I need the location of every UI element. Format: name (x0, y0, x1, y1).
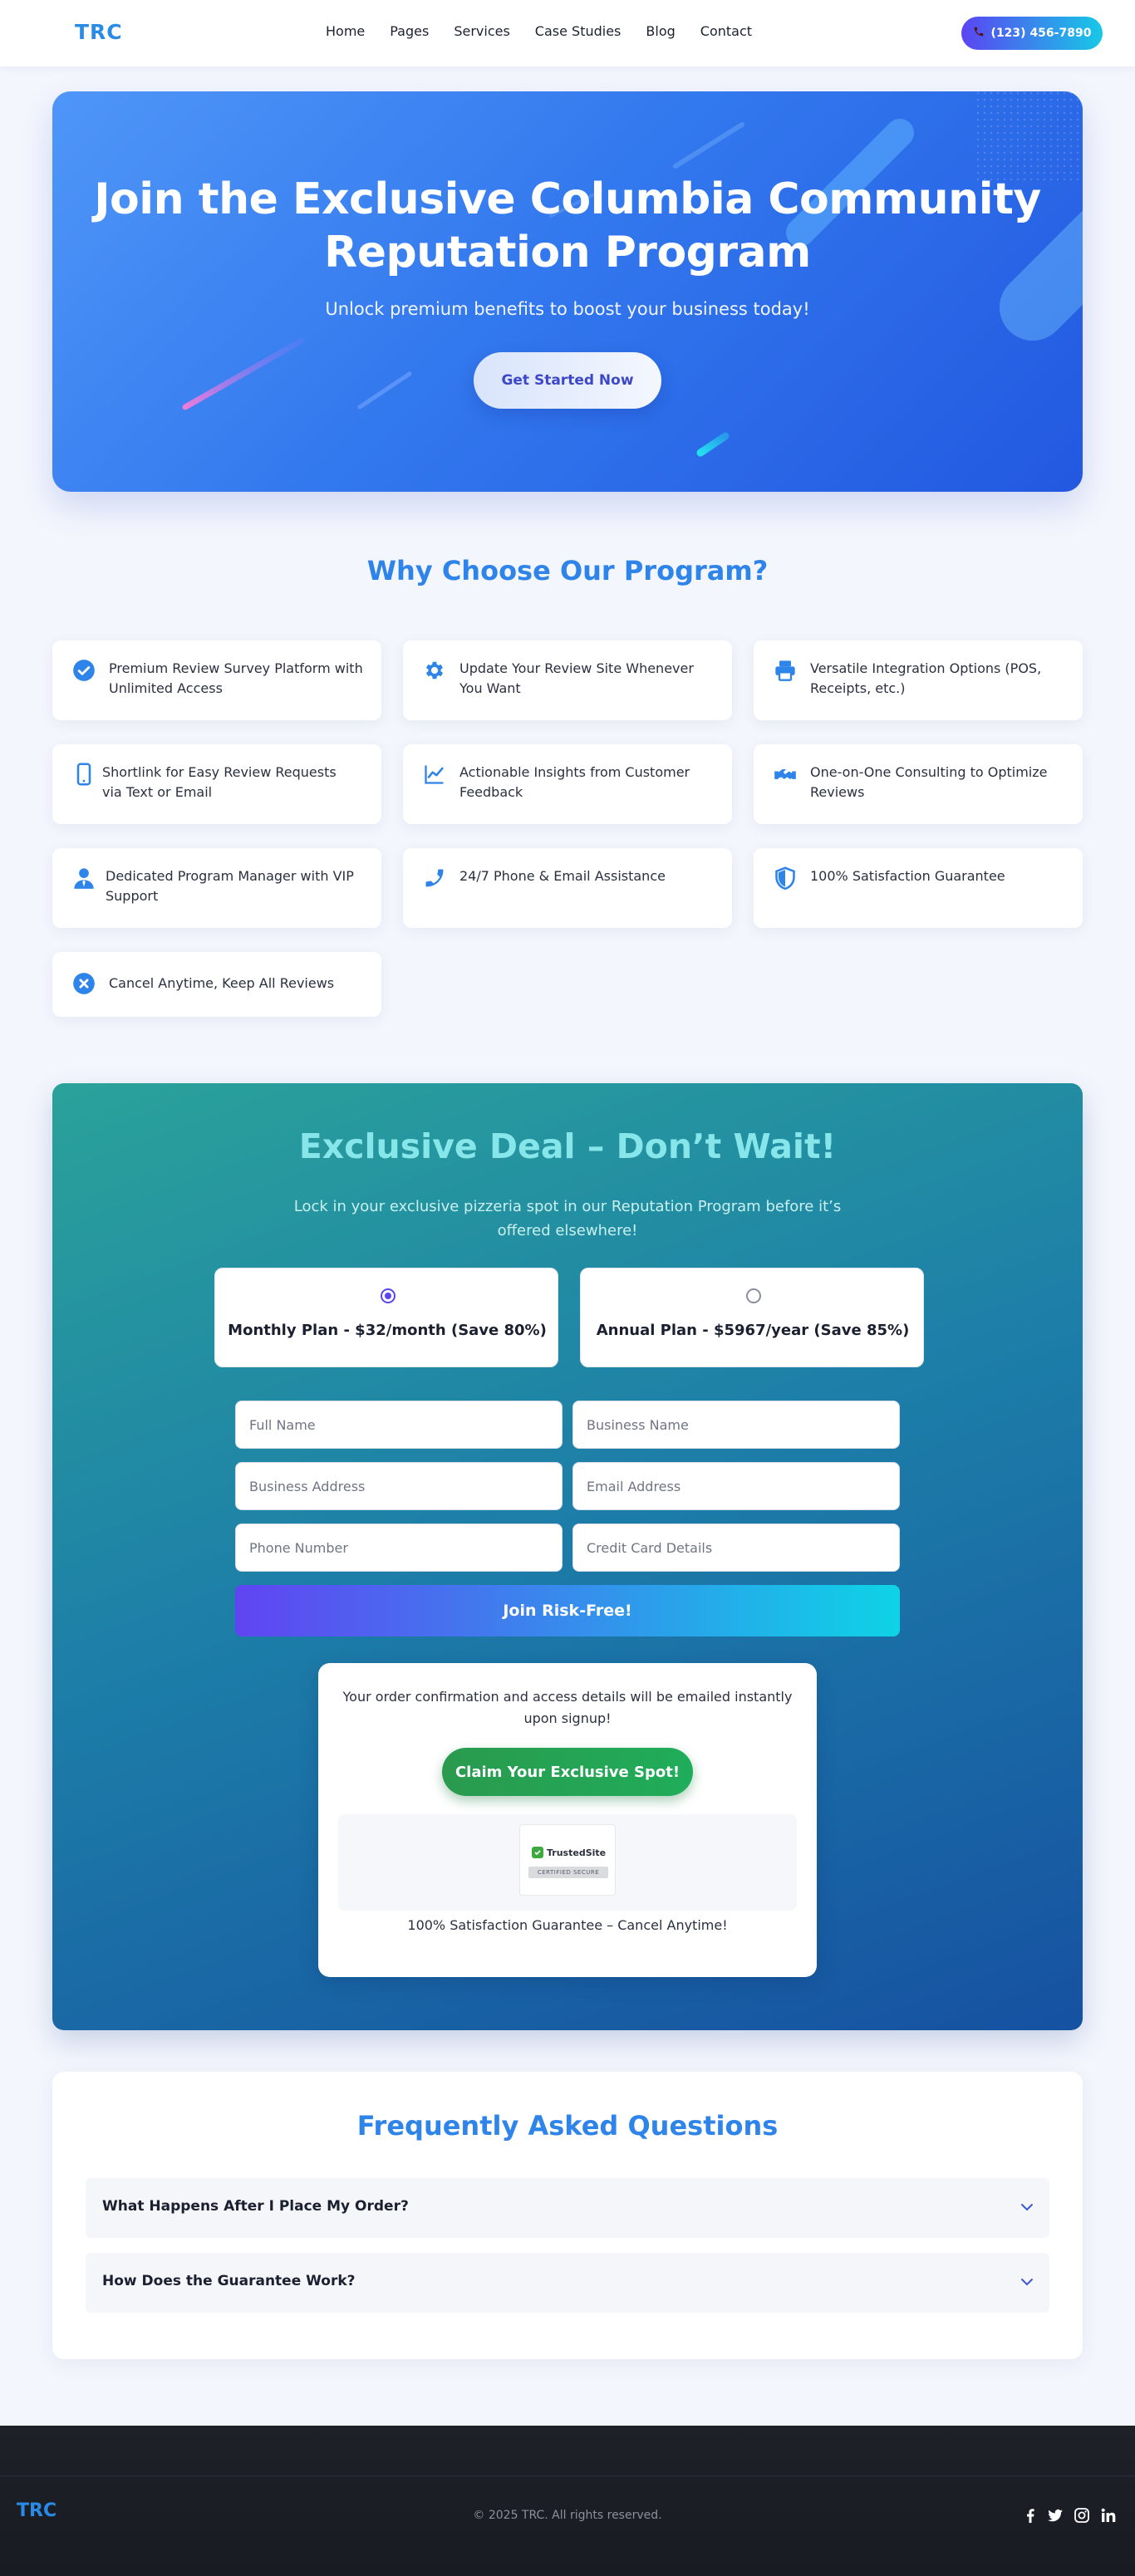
plan-annual-label: Annual Plan - $5967/year (Save 85%) (581, 1322, 925, 1339)
business-name-input[interactable] (572, 1401, 900, 1449)
credit-card-input[interactable] (572, 1524, 900, 1572)
faq-item[interactable]: How Does the Guarantee Work? (86, 2253, 1049, 2313)
plan-monthly-close: ) (539, 1322, 547, 1339)
claim-spot-button[interactable]: Claim Your Exclusive Spot! (442, 1748, 693, 1796)
deal-title: Exclusive Deal – Don’t Wait! (298, 1126, 837, 1166)
feature-card: Versatile Integration Options (POS, Rece… (754, 640, 1083, 720)
chevron-down-icon (1021, 2204, 1033, 2211)
hero-decoration (182, 91, 1083, 457)
plan-annual-save: Save 85% (820, 1322, 903, 1339)
feature-card: Premium Review Survey Platform with Unli… (52, 640, 381, 720)
plan-monthly[interactable]: Monthly Plan - $32/month (Save 80%) (214, 1268, 558, 1367)
plan-monthly-label: Monthly Plan - $32/month (Save 80%) (215, 1322, 559, 1339)
confirmation-card: Your order confirmation and access detai… (318, 1663, 817, 1977)
feature-card: Cancel Anytime, Keep All Reviews (52, 952, 381, 1017)
handshake-icon (774, 763, 797, 786)
trust-badge-area: TrustedSite CERTIFIED SECURE (338, 1814, 797, 1911)
footer-divider (0, 2475, 1135, 2476)
chart-line-icon (423, 763, 446, 786)
business-address-input[interactable] (235, 1462, 563, 1510)
get-started-button[interactable]: Get Started Now (474, 352, 661, 409)
feature-card: 24/7 Phone & Email Assistance (403, 848, 732, 928)
plan-monthly-radio[interactable] (381, 1288, 396, 1303)
phone-input[interactable] (235, 1524, 563, 1572)
feature-text: Versatile Integration Options (POS, Rece… (810, 660, 1042, 696)
plan-annual-radio[interactable] (746, 1288, 761, 1303)
confirmation-text: Your order confirmation and access detai… (342, 1689, 793, 1726)
faq-question: What Happens After I Place My Order? (102, 2198, 409, 2215)
feature-text: 24/7 Phone & Email Assistance (459, 868, 666, 884)
check-circle-icon (72, 659, 96, 682)
instagram-icon[interactable] (1074, 2507, 1090, 2524)
faq-item[interactable]: What Happens After I Place My Order? (86, 2178, 1049, 2238)
feature-text: Update Your Review Site Whenever You Wan… (459, 660, 694, 696)
feature-card: One-on-One Consulting to Optimize Review… (754, 744, 1083, 824)
nav-link-blog[interactable]: Blog (646, 23, 675, 39)
plan-annual-text: Annual Plan - $5967/year ( (596, 1322, 821, 1339)
feature-text: Dedicated Program Manager with VIP Suppo… (106, 868, 354, 904)
hero-banner: Join the Exclusive Columbia Community Re… (52, 91, 1083, 492)
twitter-icon[interactable] (1047, 2507, 1064, 2524)
plan-monthly-text: Monthly Plan - $32/month ( (228, 1322, 459, 1339)
feature-text: Premium Review Survey Platform with Unli… (109, 660, 363, 696)
footer: TRC © 2025 TRC. All rights reserved. (0, 2426, 1135, 2576)
why-title: Why Choose Our Program? (366, 555, 769, 586)
trustedsite-name: TrustedSite (547, 1847, 607, 1858)
hero-title: Join the Exclusive Columbia Community Re… (94, 174, 1041, 277)
linkedin-icon[interactable] (1100, 2507, 1117, 2524)
nav-link-home[interactable]: Home (326, 23, 365, 39)
guarantee-text: 100% Satisfaction Guarantee – Cancel Any… (407, 1917, 728, 1933)
cancel-circle-icon (72, 972, 96, 995)
printer-icon (774, 659, 797, 682)
feature-card: 100% Satisfaction Guarantee (754, 848, 1083, 928)
feature-text: Actionable Insights from Customer Feedba… (459, 764, 690, 800)
phone-icon (423, 866, 446, 890)
plan-monthly-save: Save 80% (458, 1322, 540, 1339)
feature-text: Cancel Anytime, Keep All Reviews (109, 975, 335, 991)
email-input[interactable] (572, 1462, 900, 1510)
exclusive-deal-section: Exclusive Deal – Don’t Wait! Lock in you… (52, 1083, 1083, 2030)
gear-icon (423, 659, 446, 682)
phone-number: (123) 456-7890 (990, 27, 1092, 40)
nav-link-pages[interactable]: Pages (390, 23, 429, 39)
hero-subtitle: Unlock premium benefits to boost your bu… (325, 299, 810, 319)
feature-text: 100% Satisfaction Guarantee (810, 868, 1005, 884)
full-name-input[interactable] (235, 1401, 563, 1449)
feature-text: Shortlink for Easy Review Requests via T… (102, 764, 337, 800)
nav-links: Home Pages Services Case Studies Blog Co… (326, 23, 777, 39)
phone-icon (973, 26, 985, 41)
user-tie-icon (72, 866, 96, 890)
feature-card: Shortlink for Easy Review Requests via T… (52, 744, 381, 824)
feature-card: Actionable Insights from Customer Feedba… (403, 744, 732, 824)
navbar: TRC Home Pages Services Case Studies Blo… (0, 0, 1135, 66)
plan-annual[interactable]: Annual Plan - $5967/year (Save 85%) (580, 1268, 924, 1367)
deal-subtitle: Lock in your exclusive pizzeria spot in … (293, 1198, 842, 1239)
nav-link-case-studies[interactable]: Case Studies (535, 23, 622, 39)
feature-text: One-on-One Consulting to Optimize Review… (810, 764, 1048, 800)
logo[interactable]: TRC (75, 20, 123, 44)
faq-section: Frequently Asked Questions What Happens … (52, 2072, 1083, 2359)
faq-title: Frequently Asked Questions (356, 2110, 779, 2142)
trustedsite-subtitle: CERTIFIED SECURE (528, 1867, 608, 1878)
facebook-icon[interactable] (1022, 2507, 1039, 2524)
join-risk-free-button[interactable]: Join Risk-Free! (235, 1585, 900, 1636)
nav-link-services[interactable]: Services (454, 23, 509, 39)
phone-button[interactable]: (123) 456-7890 (961, 17, 1103, 50)
plan-annual-close: ) (902, 1322, 910, 1339)
chevron-down-icon (1021, 2279, 1033, 2286)
copyright: © 2025 TRC. All rights reserved. (473, 2509, 662, 2522)
check-icon (532, 1847, 543, 1858)
shield-icon (774, 866, 797, 890)
nav-link-contact[interactable]: Contact (700, 23, 752, 39)
feature-card: Dedicated Program Manager with VIP Suppo… (52, 848, 381, 928)
faq-question: How Does the Guarantee Work? (102, 2273, 356, 2289)
trustedsite-badge[interactable]: TrustedSite CERTIFIED SECURE (519, 1824, 616, 1896)
feature-card: Update Your Review Site Whenever You Wan… (403, 640, 732, 720)
mobile-icon (72, 763, 96, 786)
